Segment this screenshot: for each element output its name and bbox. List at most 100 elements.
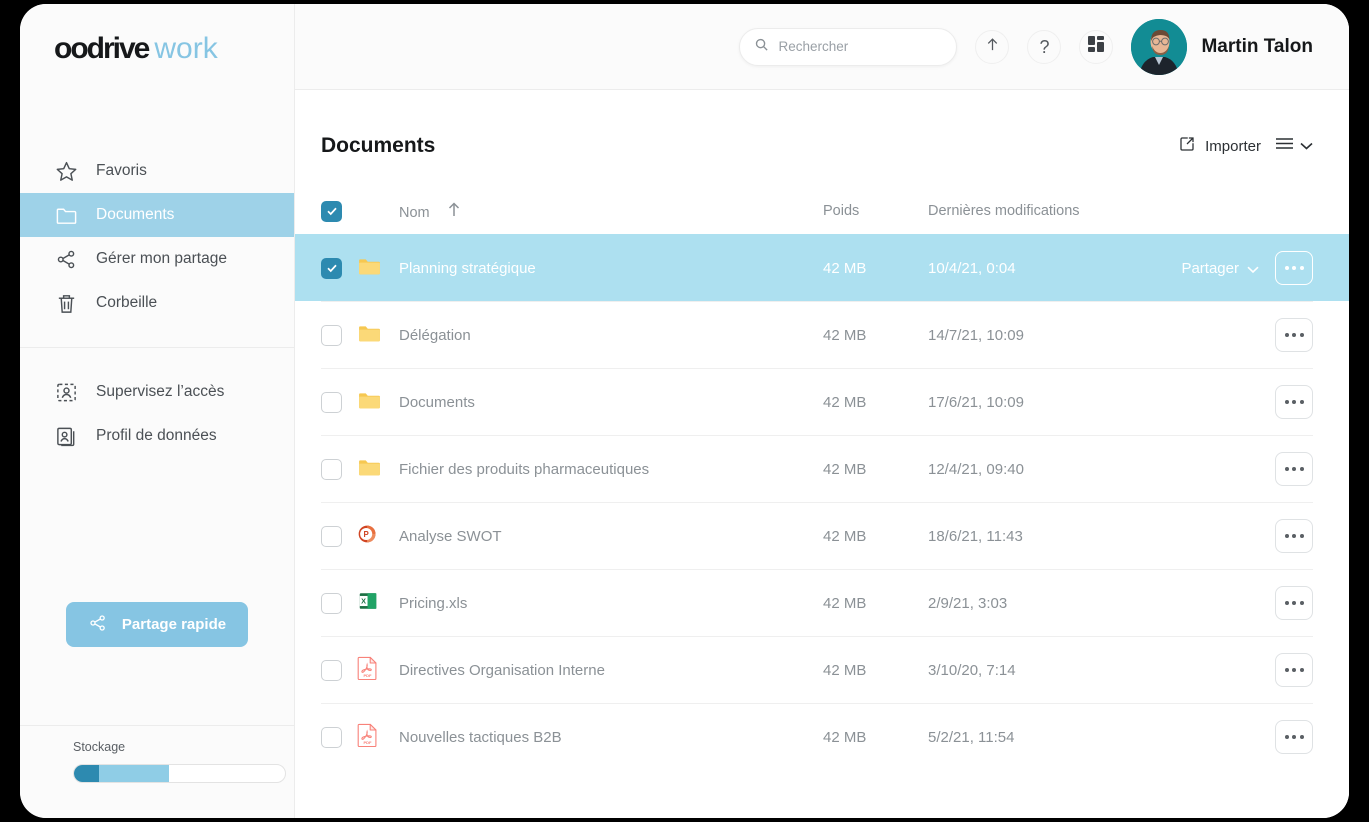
app-window: oodrive work Favoris Documents Gérer mon pa…	[20, 4, 1349, 818]
row-checkbox[interactable]	[321, 257, 342, 279]
row-checkbox[interactable]	[321, 324, 342, 346]
storage-label: Stockage	[73, 740, 126, 754]
row-more-options-button[interactable]	[1275, 519, 1313, 553]
brand-logo[interactable]: oodrive work	[20, 4, 294, 94]
column-header-modified[interactable]: Dernières modifications	[928, 203, 1143, 219]
search-input[interactable]	[778, 39, 956, 54]
row-file-name[interactable]: Pricing.xls	[399, 595, 823, 612]
row-file-icon-cell	[357, 388, 399, 417]
user-name: Martin Talon	[1201, 35, 1313, 57]
row-file-icon-cell	[357, 455, 399, 484]
svg-text:PDF: PDF	[364, 740, 373, 745]
folder-icon	[357, 254, 382, 283]
brand-name: oodrive	[54, 32, 150, 65]
sidebar-item-label: Supervisez l’accès	[96, 383, 225, 400]
row-file-size: 42 MB	[823, 460, 867, 478]
row-checkbox[interactable]	[321, 659, 342, 681]
sidebar-item-g-rer-mon-partage[interactable]: Gérer mon partage	[20, 237, 294, 281]
dot	[1292, 467, 1296, 471]
table-row[interactable]: X Pricing.xls 42 MB 2/9/21, 3:03	[321, 569, 1313, 636]
row-checkbox[interactable]	[321, 458, 342, 480]
sidebar-item-profil-de-donn-es[interactable]: Profil de données	[20, 414, 294, 458]
search-icon	[754, 37, 769, 57]
sidebar-item-favoris[interactable]: Favoris	[20, 149, 294, 193]
row-file-modified: 2/9/21, 3:03	[928, 594, 1008, 612]
chevron-down-icon	[1247, 260, 1259, 277]
row-select-cell	[321, 726, 357, 748]
row-file-icon-cell: X	[357, 590, 399, 616]
row-file-modified: 3/10/20, 7:14	[928, 661, 1016, 679]
dot	[1284, 534, 1289, 538]
sidebar-item-corbeille[interactable]: Corbeille	[20, 281, 294, 325]
row-file-size: 42 MB	[823, 326, 867, 344]
column-header-name[interactable]: Nom	[399, 201, 823, 221]
sidebar-nav: Favoris Documents Gérer mon partage Corbeil…	[20, 149, 294, 458]
row-select-cell	[321, 391, 357, 413]
row-file-size: 42 MB	[823, 594, 867, 612]
help-button[interactable]: ?	[1027, 29, 1062, 64]
pdf-icon: PDF	[357, 656, 378, 684]
row-file-name[interactable]: Fichier des produits pharmaceutiques	[399, 461, 823, 478]
quick-share-button[interactable]: Partage rapide	[65, 602, 249, 647]
row-more-options-button[interactable]	[1275, 318, 1313, 352]
row-file-icon-cell: PDF	[357, 723, 399, 751]
sidebar-item-label: Profil de données	[96, 427, 217, 444]
row-more-options-button[interactable]	[1275, 251, 1313, 285]
row-file-name[interactable]: Documents	[399, 394, 823, 411]
folder-icon	[357, 321, 382, 350]
avatar[interactable]	[1131, 18, 1188, 75]
table-row[interactable]: Planning stratégique 42 MB 10/4/21, 0:04…	[295, 234, 1349, 301]
row-checkbox[interactable]	[321, 391, 342, 413]
sidebar-item-supervisez-l-acc-s[interactable]: Supervisez l’accès	[20, 370, 294, 414]
row-select-cell	[321, 525, 357, 547]
row-checkbox[interactable]	[321, 592, 342, 614]
sidebar-item-label: Corbeille	[96, 294, 158, 311]
storage-widget: Stockage	[73, 740, 286, 783]
row-file-size: 42 MB	[823, 393, 867, 411]
row-file-name[interactable]: Planning stratégique	[399, 260, 823, 277]
row-more-options-button[interactable]	[1275, 653, 1313, 687]
dot	[1299, 400, 1304, 404]
row-select-cell	[321, 257, 357, 279]
import-icon	[1178, 135, 1196, 157]
sidebar-item-documents[interactable]: Documents	[20, 193, 294, 237]
row-file-name[interactable]: Analyse SWOT	[399, 528, 823, 545]
view-mode-toggle[interactable]	[1275, 137, 1313, 155]
table-row[interactable]: Documents 42 MB 17/6/21, 10:09	[321, 368, 1313, 435]
row-file-name[interactable]: Directives Organisation Interne	[399, 662, 823, 679]
dot	[1292, 601, 1296, 605]
row-file-name[interactable]: Nouvelles tactiques B2B	[399, 729, 823, 746]
row-select-cell	[321, 592, 357, 614]
row-checkbox[interactable]	[321, 726, 342, 748]
sort-ascending-icon	[448, 201, 460, 217]
row-checkbox[interactable]	[321, 525, 342, 547]
dot	[1284, 668, 1289, 672]
row-actions-cell	[1143, 519, 1313, 553]
import-button[interactable]: Importer	[1178, 135, 1261, 157]
share-dropdown[interactable]: Partager	[1181, 260, 1259, 277]
table-row[interactable]: PDF Nouvelles tactiques B2B 42 MB 5/2/21…	[321, 703, 1313, 770]
search-box[interactable]	[739, 27, 958, 66]
table-row[interactable]: PDF Directives Organisation Interne 42 M…	[321, 636, 1313, 703]
row-actions-cell	[1143, 452, 1313, 486]
table-row[interactable]: P Analyse SWOT 42 MB 18/6/21, 11:43	[321, 502, 1313, 569]
row-more-options-button[interactable]	[1275, 720, 1313, 754]
row-more-options-button[interactable]	[1275, 385, 1313, 419]
column-header-size[interactable]: Poids	[823, 203, 928, 219]
data-profile-icon	[54, 424, 78, 448]
chevron-down-icon	[1300, 137, 1313, 155]
table-row[interactable]: Délégation 42 MB 14/7/21, 10:09	[321, 301, 1313, 368]
table-row[interactable]: Fichier des produits pharmaceutiques 42 …	[321, 435, 1313, 502]
page-title: Documents	[321, 134, 436, 157]
apps-button[interactable]	[1079, 29, 1114, 64]
row-more-options-button[interactable]	[1275, 586, 1313, 620]
row-actions-cell	[1143, 586, 1313, 620]
row-more-options-button[interactable]	[1275, 452, 1313, 486]
row-file-modified: 10/4/21, 0:04	[928, 259, 1016, 277]
row-file-name[interactable]: Délégation	[399, 327, 823, 344]
file-table: Nom Poids Dernières modifications Planni…	[295, 188, 1349, 770]
upload-button[interactable]	[975, 29, 1010, 64]
dot	[1299, 668, 1304, 672]
row-actions-cell	[1143, 385, 1313, 419]
select-all-checkbox[interactable]	[321, 200, 342, 222]
